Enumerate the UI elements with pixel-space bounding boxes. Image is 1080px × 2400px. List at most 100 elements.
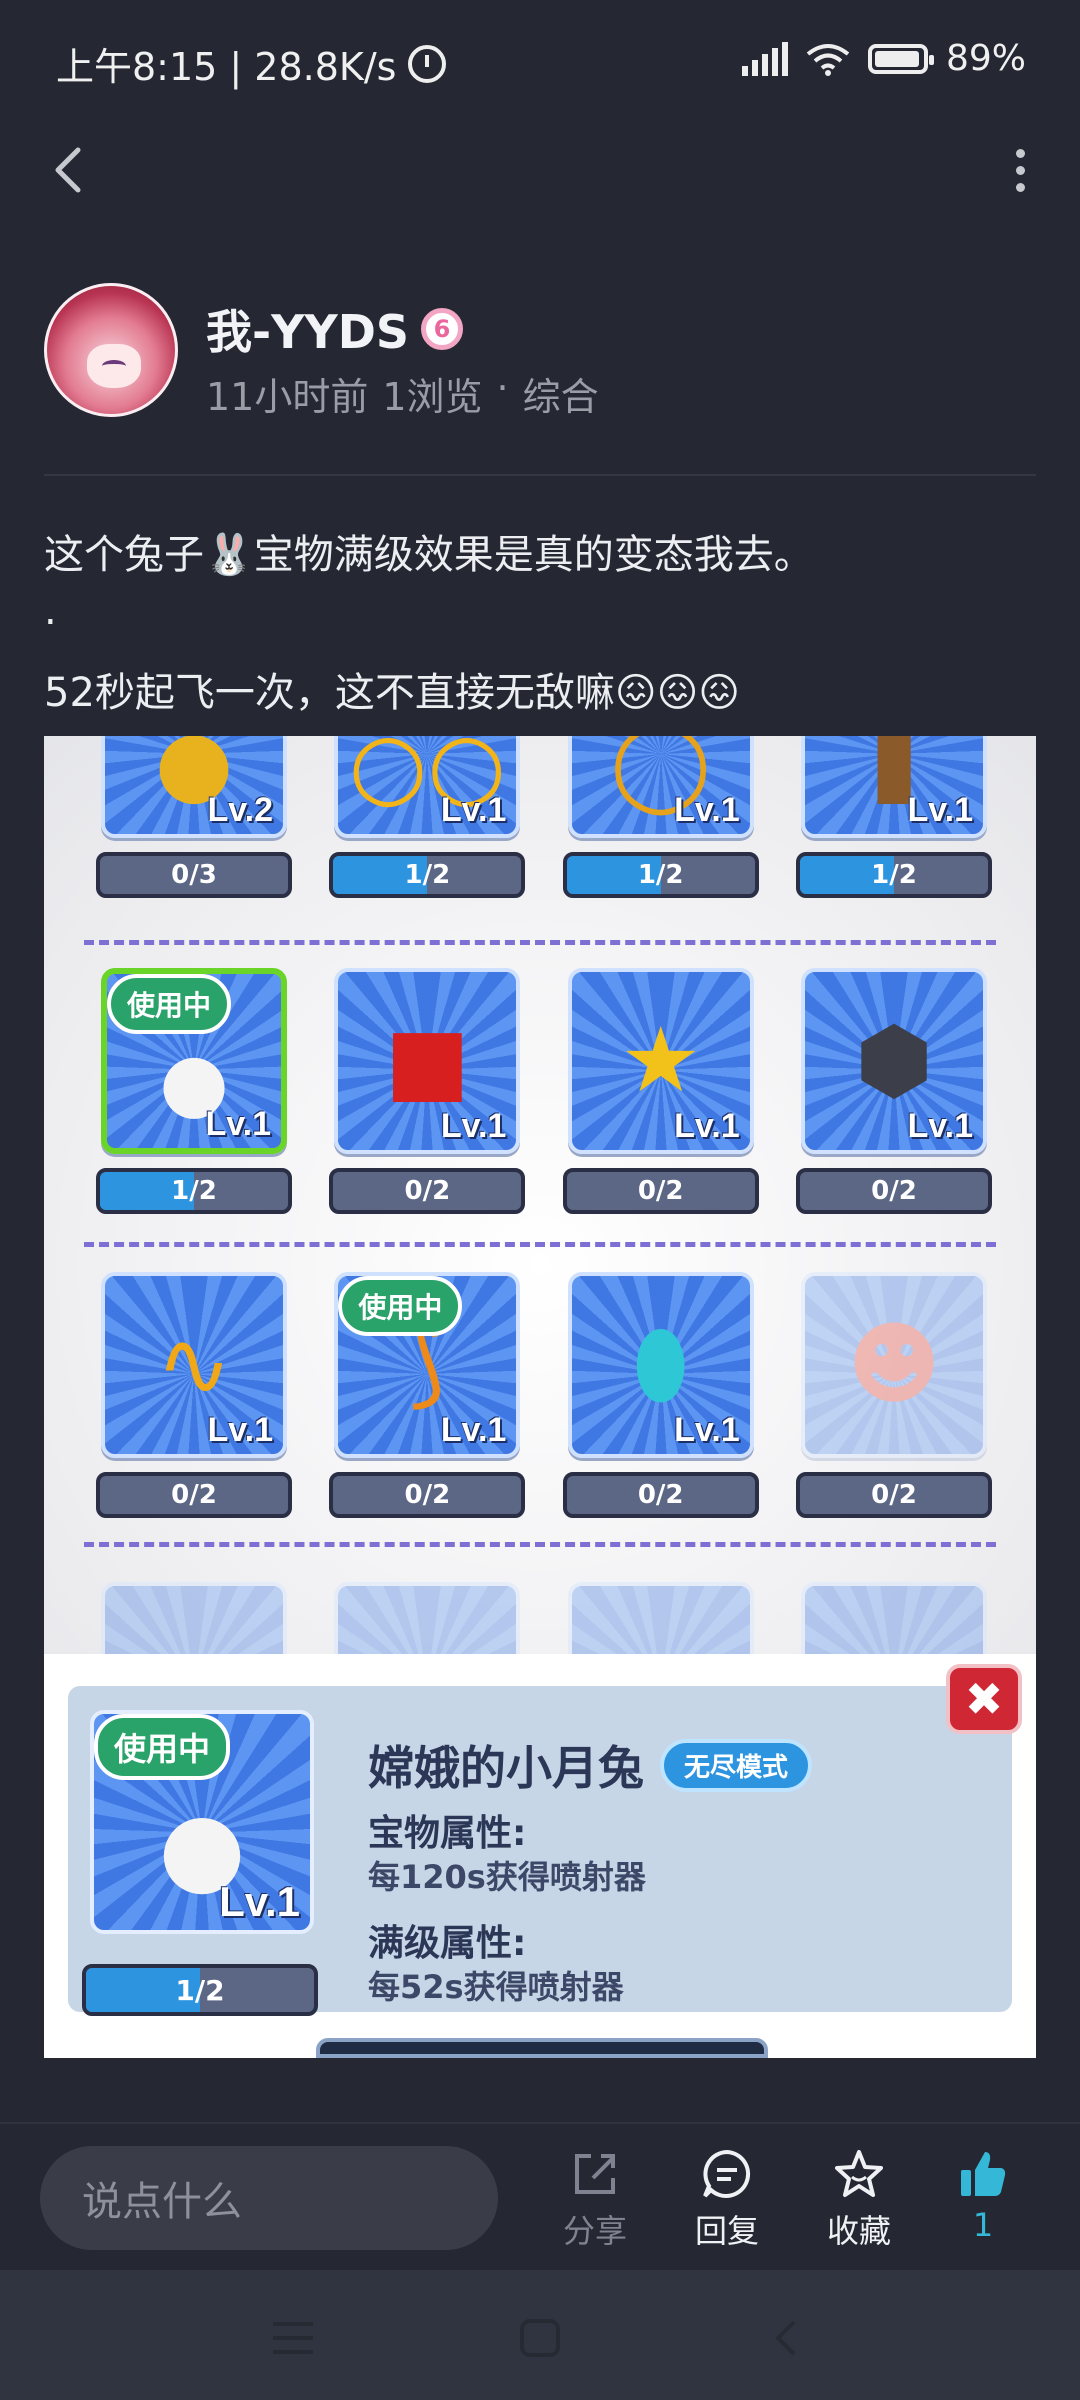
author-name[interactable]: 我-YYDS — [206, 296, 409, 362]
treasure-row: ● Lv.2 0/3 ○○ Lv.1 1/2 ◯ Lv.1 1/2 ▮ Lv.1 — [92, 736, 996, 898]
treasure-card[interactable]: ⟆ 使用中 Lv.1 — [334, 1272, 521, 1458]
treasure-progress: 1/2 — [562, 852, 759, 898]
treasure-item[interactable]: ☻ 0/2 — [792, 1272, 996, 1518]
treasure-progress: 0/2 — [96, 1472, 292, 1518]
treasure-item: ▮ Lv.1 1/2 — [792, 736, 996, 898]
treasure-item[interactable]: ∿ Lv.1 0/2 — [92, 1272, 296, 1518]
treasure-progress: 1/2 — [96, 1168, 292, 1214]
max-attribute-value: 每52s获得喷射器 — [368, 1968, 624, 2006]
post-text-line: 52秒起飞一次，这不直接无敌嘛😖😖😖 — [44, 670, 740, 716]
back-nav-icon[interactable] — [770, 2318, 800, 2358]
detail-treasure-card: ● 使用中 Lv.1 — [90, 1710, 314, 1934]
treasure-level: Lv.1 — [674, 1411, 740, 1449]
in-use-badge: 使用中 — [107, 974, 232, 1034]
treasure-card[interactable]: ⬮ Lv.1 — [567, 1272, 754, 1458]
post-image[interactable]: ● Lv.2 0/3 ○○ Lv.1 1/2 ◯ Lv.1 1/2 ▮ Lv.1 — [44, 736, 1036, 2058]
like-count: 1 — [972, 2206, 994, 2244]
more-options-icon[interactable] — [990, 140, 1050, 200]
meta-separator: · — [496, 366, 509, 410]
treasure-item: ● Lv.2 0/3 — [92, 736, 296, 898]
treasure-level: Lv.1 — [674, 791, 740, 829]
share-icon — [575, 2154, 615, 2194]
status-time-speed: 上午8:15 | 28.8K/s — [56, 36, 447, 91]
treasure-progress: 1/2 — [795, 852, 992, 898]
post-time: 11小时前 — [206, 375, 369, 419]
in-use-badge: 使用中 — [94, 1714, 231, 1780]
reply-label: 回复 — [694, 2212, 759, 2250]
treasure-item[interactable]: ⬮ Lv.1 0/2 — [559, 1272, 763, 1518]
treasure-progress: 0/2 — [795, 1472, 992, 1518]
treasure-card-locked[interactable]: ☻ — [800, 1272, 987, 1458]
avatar[interactable] — [44, 283, 178, 417]
attribute-value: 每120s获得喷射器 — [368, 1858, 646, 1896]
post-text-line: . — [44, 588, 57, 634]
post-category[interactable]: 综合 — [523, 366, 599, 421]
treasure-detail-box: ● 使用中 Lv.1 1/2 嫦娥的小月兔 无尽模式 宝物属性: 每120s获得… — [68, 1686, 1012, 2016]
treasure-card[interactable]: ⬢ Lv.1 — [800, 968, 987, 1154]
treasure-level: Lv.1 — [440, 1411, 507, 1449]
author-name-row[interactable]: 我-YYDS 6 — [206, 296, 464, 362]
detail-title: 嫦娥的小月兔 无尽模式 — [368, 1732, 813, 1798]
treasure-card: ● Lv.2 — [101, 736, 287, 838]
treasure-card[interactable]: ■ Lv.1 — [334, 968, 521, 1154]
reply-button[interactable]: 回复 — [672, 2148, 782, 2252]
menu-icon[interactable] — [268, 2318, 318, 2358]
treasure-card[interactable]: ∿ Lv.1 — [101, 1272, 287, 1458]
back-icon[interactable] — [40, 140, 100, 200]
system-navigation-bar — [0, 2270, 1080, 2400]
treasure-card[interactable]: ● 使用中 Lv.1 — [101, 968, 287, 1154]
like-button[interactable]: 1 — [928, 2148, 1038, 2244]
treasure-level: Lv.2 — [207, 791, 273, 829]
treasure-item: ○○ Lv.1 1/2 — [325, 736, 529, 898]
status-bar: 上午8:15 | 28.8K/s 89% — [0, 0, 1080, 125]
treasure-item: ◯ Lv.1 1/2 — [559, 736, 763, 898]
share-button[interactable]: 分享 — [540, 2148, 650, 2252]
detail-level: Lv.1 — [219, 1878, 300, 1925]
battery-percent: 89% — [945, 38, 1026, 79]
treasure-card: ◯ Lv.1 — [567, 736, 754, 838]
close-button[interactable]: ✖ — [946, 1664, 1022, 1734]
max-attribute-label: 满级属性: — [368, 1923, 527, 1964]
treasure-progress: 0/2 — [795, 1168, 992, 1214]
treasure-card: ○○ Lv.1 — [334, 736, 521, 838]
attribute-label: 宝物属性: — [368, 1813, 527, 1854]
button-edge — [316, 2038, 768, 2058]
post-meta: 11小时前 1浏览 · 综合 — [206, 366, 599, 421]
comment-input[interactable]: 说点什么 — [40, 2146, 498, 2250]
treasure-row: ● 使用中 Lv.1 1/2 ■ Lv.1 0/2 ★ Lv.1 0/2 ⬢ L… — [92, 968, 996, 1214]
treasure-progress: 0/2 — [329, 1472, 526, 1518]
treasure-level: Lv.1 — [205, 1105, 271, 1143]
treasure-level: Lv.1 — [440, 791, 507, 829]
wifi-icon — [806, 43, 850, 76]
row-separator — [84, 940, 996, 945]
status-text: 上午8:15 | 28.8K/s — [56, 45, 397, 89]
status-indicators: 89% — [741, 38, 1026, 79]
treasure-level: Lv.1 — [907, 791, 973, 829]
home-icon[interactable] — [518, 2318, 562, 2358]
divider — [44, 474, 1036, 476]
thumbs-up-icon — [961, 2152, 1006, 2196]
mode-badge: 无尽模式 — [660, 1738, 813, 1792]
treasure-item[interactable]: ⬢ Lv.1 0/2 — [792, 968, 996, 1214]
treasure-level: Lv.1 — [207, 1411, 273, 1449]
favorite-button[interactable]: 收藏 — [804, 2148, 914, 2252]
treasure-card: ▮ Lv.1 — [800, 736, 987, 838]
row-separator — [84, 1542, 996, 1547]
star-icon — [835, 2150, 883, 2197]
in-use-badge: 使用中 — [338, 1276, 463, 1336]
treasure-item[interactable]: ⟆ 使用中 Lv.1 0/2 — [325, 1272, 529, 1518]
treasure-progress: 0/3 — [96, 852, 292, 898]
post-text-line: 这个兔子🐰宝物满级效果是真的变态我去。 — [44, 532, 814, 578]
treasure-name: 嫦娥的小月兔 — [368, 1741, 644, 1795]
battery-icon — [867, 43, 934, 74]
treasure-item[interactable]: ★ Lv.1 0/2 — [559, 968, 763, 1214]
treasure-level: Lv.1 — [440, 1107, 507, 1145]
treasure-item[interactable]: ■ Lv.1 0/2 — [325, 968, 529, 1214]
detail-progress: 1/2 — [82, 1964, 318, 2016]
treasure-item[interactable]: ● 使用中 Lv.1 1/2 — [92, 968, 296, 1214]
treasure-card[interactable]: ★ Lv.1 — [567, 968, 754, 1154]
treasure-progress: 0/2 — [562, 1472, 759, 1518]
treasure-progress: 0/2 — [329, 1168, 526, 1214]
favorite-label: 收藏 — [826, 2212, 891, 2250]
post-views: 1浏览 — [382, 375, 483, 419]
